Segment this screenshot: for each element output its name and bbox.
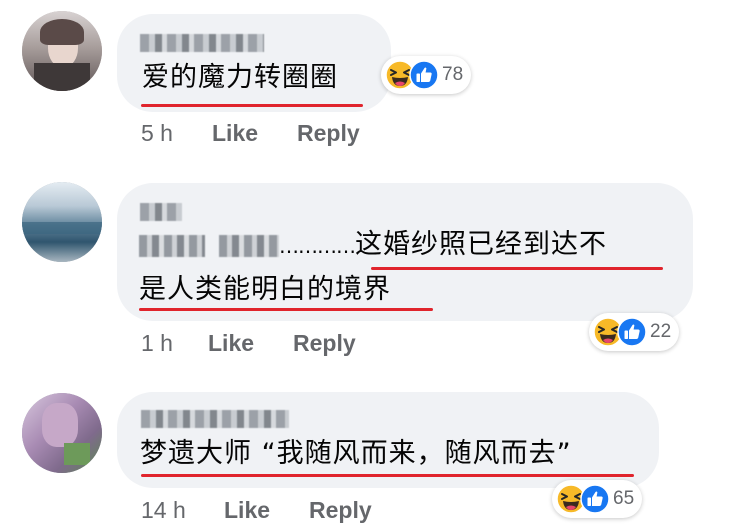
like-button[interactable]: Like <box>224 497 270 524</box>
timestamp[interactable]: 1 h <box>141 330 173 357</box>
author-name[interactable] <box>140 34 264 52</box>
red-underline <box>139 308 433 311</box>
timestamp[interactable]: 14 h <box>141 497 186 524</box>
author-name[interactable] <box>140 203 182 221</box>
comment-meta: 1 h Like Reply <box>0 330 749 360</box>
author-name[interactable] <box>141 410 289 428</box>
comment-bubble: …………这婚纱照已经到达不 是人类能明白的境界 <box>117 183 693 321</box>
ellipsis-text: ………… <box>279 234 356 258</box>
comment-meta: 5 h Like Reply <box>0 120 749 150</box>
comment-text: 爱的魔力转圈圈 <box>142 62 338 93</box>
red-underline <box>141 104 363 107</box>
comment-text-line-2: 是人类能明白的境界 <box>139 274 391 305</box>
avatar[interactable] <box>22 393 102 473</box>
reply-button[interactable]: Reply <box>293 330 356 357</box>
avatar[interactable] <box>22 182 102 262</box>
reply-button[interactable]: Reply <box>297 120 360 147</box>
blurred-mention <box>139 234 205 257</box>
reply-button[interactable]: Reply <box>309 497 372 524</box>
comment-bubble: 爱的魔力转圈圈 <box>117 14 391 112</box>
like-button[interactable]: Like <box>208 330 254 357</box>
reaction-count: 78 <box>442 64 464 85</box>
like-icon <box>409 60 439 90</box>
reaction-summary[interactable]: 78 <box>381 56 472 94</box>
red-underline <box>141 474 634 477</box>
comment-text: 梦遗大师 “我随风而来，随风而去” <box>140 438 572 469</box>
comment-text: 这婚纱照已经到达不 <box>355 229 607 260</box>
blurred-mention <box>219 234 279 257</box>
comment-meta: 14 h Like Reply <box>0 497 749 527</box>
comment-bubble: 梦遗大师 “我随风而来，随风而去” <box>117 392 659 488</box>
avatar[interactable] <box>22 11 102 91</box>
like-button[interactable]: Like <box>212 120 258 147</box>
comment-text-line-1: …………这婚纱照已经到达不 <box>139 223 607 268</box>
timestamp[interactable]: 5 h <box>141 120 173 147</box>
red-underline <box>371 267 663 270</box>
